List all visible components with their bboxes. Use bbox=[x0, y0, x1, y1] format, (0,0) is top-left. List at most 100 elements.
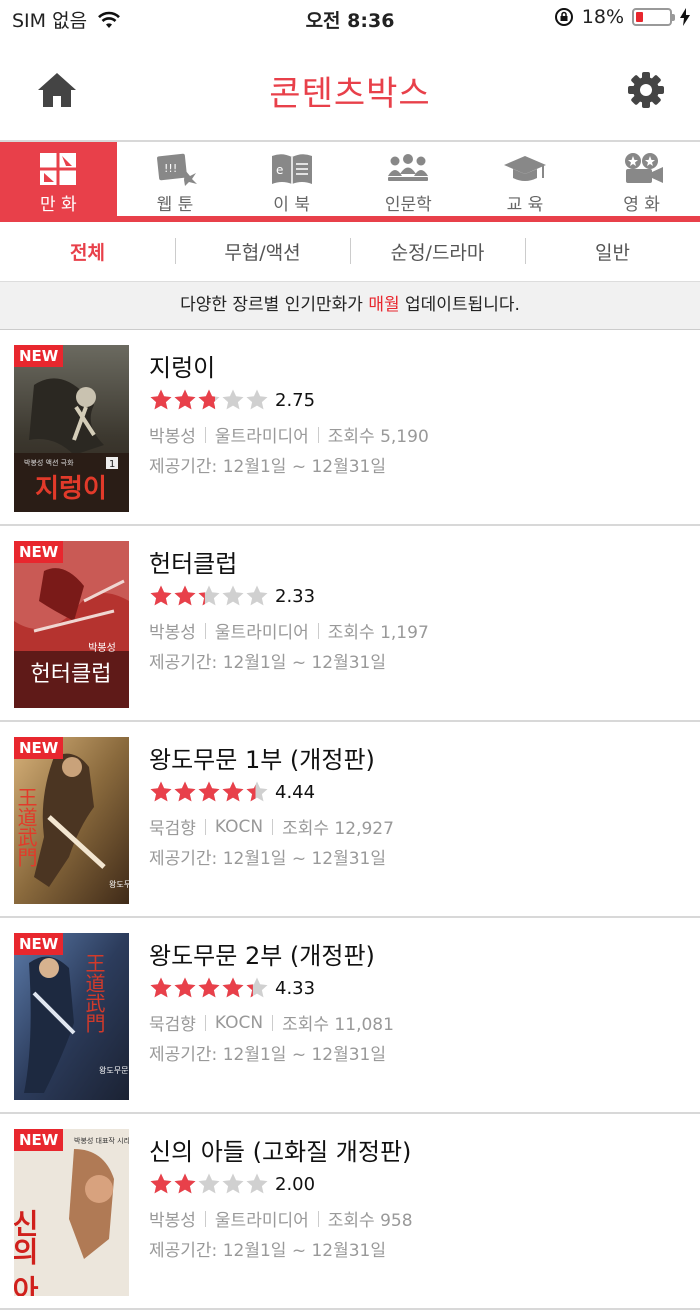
notice-highlight: 매월 bbox=[368, 295, 400, 315]
svg-text:왕도무문: 왕도무문 bbox=[109, 880, 129, 889]
cover-art: 박봉성 액션 극화 1 지렁이 bbox=[14, 345, 129, 512]
cover-thumbnail[interactable]: 박봉성 헌터클럽 NEW bbox=[14, 541, 129, 708]
star-icon bbox=[174, 781, 196, 802]
svg-text:王道武門: 王道武門 bbox=[82, 953, 106, 1033]
cover-thumbnail[interactable]: 박봉성 대표작 시리즈 신의 아들 NEW bbox=[14, 1129, 129, 1296]
star-icon bbox=[222, 389, 244, 410]
category-movie[interactable]: 영 화 bbox=[583, 142, 700, 216]
tab-general[interactable]: 일반 bbox=[525, 238, 700, 265]
category-label: 만 화 bbox=[39, 195, 77, 215]
list-item[interactable]: 박봉성 대표작 시리즈 신의 아들 NEW 신의 아들 (고화질 개정판) 2.… bbox=[0, 1114, 700, 1310]
cover-art: 박봉성 대표작 시리즈 신의 아들 bbox=[14, 1129, 129, 1296]
star-icon bbox=[222, 1173, 244, 1194]
star-icon bbox=[150, 1173, 172, 1194]
item-title[interactable]: 신의 아들 (고화질 개정판) bbox=[149, 1132, 411, 1167]
battery-icon bbox=[632, 8, 675, 26]
new-badge: NEW bbox=[14, 345, 64, 367]
list-item[interactable]: 王道武門 왕도무문 NEW 왕도무문 2부 (개정판) 4.33 묵검향 KOC… bbox=[0, 918, 700, 1114]
star-rating: 2.00 bbox=[149, 1172, 315, 1196]
view-count: 조회수 958 bbox=[327, 1211, 413, 1231]
cover-thumbnail[interactable]: 王道武門 왕도무문 NEW bbox=[14, 933, 129, 1100]
item-meta: 묵검향 KOCN 조회수 11,081 bbox=[149, 1010, 394, 1036]
category-education[interactable]: 교 육 bbox=[467, 142, 584, 216]
gear-icon[interactable] bbox=[626, 70, 666, 110]
star-icon bbox=[246, 389, 268, 410]
item-title[interactable]: 왕도무문 1부 (개정판) bbox=[149, 740, 375, 775]
list-item[interactable]: 박봉성 헌터클럽 NEW 헌터클럽 2.33 박봉성 울트라미디어 조회수 1,… bbox=[0, 526, 700, 722]
battery-percent: 18% bbox=[581, 6, 624, 28]
availability-period: 제공기간: 12월1일 ~ 12월31일 bbox=[149, 1045, 387, 1065]
author: 묵검향 bbox=[149, 1015, 196, 1035]
star-icon bbox=[222, 781, 244, 802]
category-label: 교 육 bbox=[506, 195, 544, 215]
item-meta: 박봉성 울트라미디어 조회수 5,190 bbox=[149, 422, 429, 447]
availability-period: 제공기간: 12월1일 ~ 12월31일 bbox=[149, 1241, 387, 1261]
publisher: 울트라미디어 bbox=[214, 427, 309, 447]
ebook-icon: e bbox=[271, 154, 312, 184]
svg-text:박봉성 대표작 시리즈: 박봉성 대표작 시리즈 bbox=[74, 1136, 129, 1145]
comic-icon bbox=[40, 153, 77, 185]
new-badge: NEW bbox=[14, 737, 64, 759]
svg-text:1: 1 bbox=[109, 459, 115, 470]
svg-text:王道武門: 王道武門 bbox=[14, 787, 38, 867]
cover-art: 王道武門 왕도무문 bbox=[14, 737, 129, 904]
tab-martial-action[interactable]: 무협/액션 bbox=[175, 238, 350, 265]
item-meta: 박봉성 울트라미디어 조회수 958 bbox=[149, 1206, 413, 1231]
star-icon bbox=[246, 585, 268, 606]
star-icon bbox=[198, 781, 220, 802]
star-icon bbox=[222, 585, 244, 606]
app-title: 콘텐츠박스 bbox=[269, 74, 431, 114]
star-icon bbox=[150, 389, 172, 410]
svg-text:e: e bbox=[276, 163, 283, 177]
category-comic[interactable]: 만 화 bbox=[0, 142, 117, 216]
item-title[interactable]: 왕도무문 2부 (개정판) bbox=[149, 936, 375, 971]
cover-thumbnail[interactable]: 박봉성 액션 극화 1 지렁이 NEW bbox=[14, 345, 129, 512]
author: 박봉성 bbox=[149, 1211, 196, 1231]
star-icon bbox=[174, 389, 196, 410]
star-icon bbox=[198, 389, 220, 410]
star-icon bbox=[198, 977, 220, 998]
star-icon bbox=[150, 585, 172, 606]
availability-period: 제공기간: 12월1일 ~ 12월31일 bbox=[149, 653, 387, 673]
tab-all[interactable]: 전체 bbox=[0, 238, 175, 265]
rating-score: 4.44 bbox=[275, 781, 316, 803]
list-item[interactable]: 박봉성 액션 극화 1 지렁이 NEW 지렁이 2.75 박봉성 울트라미디어 … bbox=[0, 330, 700, 526]
cover-thumbnail[interactable]: 王道武門 왕도무문 NEW bbox=[14, 737, 129, 904]
item-title[interactable]: 지렁이 bbox=[149, 348, 215, 383]
item-meta: 묵검향 KOCN 조회수 12,927 bbox=[149, 814, 394, 840]
category-label: 이 북 bbox=[273, 195, 310, 215]
notice-banner: 다양한 장르별 인기만화가 매월 업데이트됩니다. bbox=[0, 282, 700, 330]
people-icon bbox=[388, 154, 429, 181]
rating-score: 2.00 bbox=[275, 1173, 316, 1195]
svg-text:박봉성: 박봉성 bbox=[88, 642, 116, 654]
star-icon bbox=[174, 977, 196, 998]
cover-art: 王道武門 왕도무문 bbox=[14, 933, 129, 1100]
category-ebook[interactable]: e 이 북 bbox=[233, 142, 350, 216]
notice-text-end: 업데이트됩니다. bbox=[399, 295, 520, 315]
svg-text:지렁이: 지렁이 bbox=[35, 474, 107, 504]
category-webtoon[interactable]: !!! 웹 툰 bbox=[117, 142, 234, 216]
star-rating: 2.33 bbox=[149, 584, 315, 608]
rating-score: 2.75 bbox=[275, 389, 316, 411]
star-icon bbox=[246, 977, 268, 998]
star-icon bbox=[174, 1173, 196, 1194]
author: 박봉성 bbox=[149, 623, 196, 643]
status-bar: SIM 없음 오전 8:36 18% bbox=[0, 0, 700, 36]
app-header: 콘텐츠박스 bbox=[0, 36, 700, 142]
genre-tabs: 전체 무협/액션 순정/드라마 일반 bbox=[0, 222, 700, 282]
graduation-cap-icon bbox=[503, 156, 546, 181]
category-humanities[interactable]: 인문학 bbox=[350, 142, 467, 216]
item-title[interactable]: 헌터클럽 bbox=[149, 544, 237, 579]
star-icon bbox=[246, 1173, 268, 1194]
cover-art: 박봉성 헌터클럽 bbox=[14, 541, 129, 708]
tab-romance-drama[interactable]: 순정/드라마 bbox=[350, 238, 525, 265]
star-icon bbox=[222, 977, 244, 998]
movie-camera-icon bbox=[624, 153, 663, 183]
webtoon-icon: !!! bbox=[157, 153, 197, 186]
availability-period: 제공기간: 12월1일 ~ 12월31일 bbox=[149, 457, 387, 477]
star-rating: 2.75 bbox=[149, 388, 315, 412]
svg-text:신의 아들: 신의 아들 bbox=[14, 1209, 41, 1296]
list-item[interactable]: 王道武門 왕도무문 NEW 왕도무문 1부 (개정판) 4.44 묵검향 KOC… bbox=[0, 722, 700, 918]
star-icon bbox=[150, 781, 172, 802]
new-badge: NEW bbox=[14, 1129, 64, 1151]
